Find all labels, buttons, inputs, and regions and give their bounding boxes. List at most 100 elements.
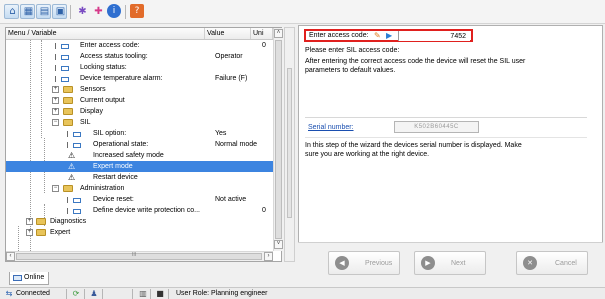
tree-row-label: Expert bbox=[50, 229, 71, 236]
folder-icon bbox=[63, 97, 73, 104]
parameter-icon bbox=[55, 43, 69, 49]
tree-row[interactable]: Access status tooling: Operator bbox=[6, 51, 273, 62]
status-separator bbox=[168, 289, 169, 299]
tree-row[interactable]: Locking status: bbox=[6, 62, 273, 73]
toolbar: ⌂ ▦ ▤ ▣ ✱ ✚ i ? bbox=[0, 0, 605, 24]
tree-row-label: Access status tooling: bbox=[80, 53, 148, 60]
pencil-icon: ✎ bbox=[374, 31, 381, 40]
connection-status: Connected bbox=[16, 290, 50, 297]
user-role: User Role: Planning engineer bbox=[176, 290, 268, 297]
tree-row[interactable]: Operational state: Normal mode bbox=[6, 139, 273, 150]
scrollbar-thumb[interactable] bbox=[275, 40, 282, 239]
tree-row[interactable]: − SIL bbox=[6, 117, 273, 128]
cancel-button[interactable]: ✕ Cancel bbox=[516, 251, 588, 275]
folder-icon bbox=[36, 229, 46, 236]
access-code-label: Enter access code: bbox=[309, 32, 369, 39]
collapse-icon[interactable]: − bbox=[52, 185, 59, 192]
tree-row-label: Operational state: bbox=[93, 141, 149, 148]
scroll-right-icon[interactable]: › bbox=[264, 252, 273, 261]
wizard-icon: ⚠ bbox=[68, 151, 76, 160]
scroll-up-icon[interactable]: ˄ bbox=[274, 29, 283, 38]
cancel-label: Cancel bbox=[555, 260, 577, 267]
tree-row[interactable]: ⚠ Restart device bbox=[6, 172, 273, 183]
refresh-icon[interactable]: ⟳ bbox=[71, 289, 81, 298]
scroll-left-icon[interactable]: ‹ bbox=[6, 252, 15, 261]
status-separator bbox=[132, 289, 133, 299]
tree-row[interactable]: + Current output bbox=[6, 95, 273, 106]
column-header-menu[interactable]: Menu / Variable bbox=[6, 28, 205, 39]
expand-icon[interactable]: + bbox=[52, 108, 59, 115]
scrollbar-grip: III bbox=[132, 252, 137, 258]
tab-online-label: Online bbox=[24, 274, 45, 281]
table-icon[interactable]: ▦ bbox=[20, 4, 35, 19]
tree-horizontal-scrollbar[interactable]: ‹ III › bbox=[6, 251, 273, 261]
divider bbox=[305, 117, 587, 118]
tree-row[interactable]: + Diagnostics bbox=[6, 216, 273, 227]
next-button[interactable]: ▶ Next bbox=[414, 251, 486, 275]
status-separator bbox=[150, 289, 151, 299]
tree-row[interactable]: Device reset: Not active bbox=[6, 194, 273, 205]
tree-row[interactable]: Enter access code: 0 bbox=[6, 40, 273, 51]
serial-number-link[interactable]: Serial number: bbox=[308, 124, 354, 131]
tree-row[interactable]: ⚠ Increased safety mode bbox=[6, 150, 273, 161]
tree-row[interactable]: + Display bbox=[6, 106, 273, 117]
add-icon[interactable]: ✚ bbox=[91, 4, 106, 19]
splitter-grip[interactable] bbox=[287, 68, 292, 218]
folder-open-icon bbox=[63, 185, 73, 192]
scrollbar-thumb[interactable]: III bbox=[16, 252, 262, 260]
column-header-value[interactable]: Value bbox=[205, 28, 251, 39]
home-icon[interactable]: ⌂ bbox=[4, 4, 19, 19]
expand-icon[interactable]: + bbox=[52, 86, 59, 93]
status-separator bbox=[102, 289, 103, 299]
user-icon: ♟ bbox=[90, 289, 98, 298]
access-code-input[interactable] bbox=[398, 31, 470, 41]
collapse-icon[interactable]: − bbox=[52, 119, 59, 126]
window-icon[interactable]: ▣ bbox=[52, 4, 67, 19]
tree-row-label: Enter access code: bbox=[80, 42, 140, 49]
parameter-icon bbox=[67, 197, 81, 203]
tree-row[interactable]: Define device write protection co... 0 bbox=[6, 205, 273, 216]
column-header-unit[interactable]: Uni bbox=[251, 28, 273, 39]
expand-icon[interactable]: + bbox=[26, 218, 33, 225]
tree-vertical-scrollbar[interactable]: ˄ ˅ bbox=[273, 28, 283, 251]
panel-splitter[interactable] bbox=[284, 27, 295, 262]
tree-row[interactable]: − Administration bbox=[6, 183, 273, 194]
tree-row[interactable]: SIL option: Yes bbox=[6, 128, 273, 139]
previous-icon: ◀ bbox=[335, 256, 349, 270]
info-icon[interactable]: i bbox=[107, 4, 121, 18]
divider bbox=[305, 137, 587, 138]
tree-row-value: 0 bbox=[262, 42, 266, 49]
folder-icon bbox=[63, 86, 73, 93]
expand-icon[interactable]: + bbox=[26, 229, 33, 236]
help-icon[interactable]: ? bbox=[130, 4, 144, 18]
cancel-icon: ✕ bbox=[523, 256, 537, 270]
tree-row-label: Display bbox=[80, 108, 103, 115]
tree-row[interactable]: + Expert bbox=[6, 227, 273, 238]
stop-icon: ■ bbox=[156, 289, 164, 298]
wand-icon[interactable]: ✱ bbox=[75, 4, 90, 19]
wizard-panel: Enter access code: ✎ ▶ Please enter SIL … bbox=[298, 25, 603, 262]
tree-row-label: Device temperature alarm: bbox=[80, 75, 163, 82]
parameter-icon bbox=[67, 208, 81, 214]
parameter-icon bbox=[55, 54, 69, 60]
expand-icon[interactable]: + bbox=[52, 97, 59, 104]
tree-row-label: Increased safety mode bbox=[93, 152, 164, 159]
previous-label: Previous bbox=[365, 260, 393, 267]
parameter-icon bbox=[55, 76, 69, 82]
serial-note-line-1: In this step of the wizard the devices s… bbox=[305, 142, 522, 149]
tree-row-selected[interactable]: ⚠ Expert mode bbox=[6, 161, 273, 172]
scroll-down-icon[interactable]: ˅ bbox=[274, 240, 283, 249]
wizard-icon: ⚠ bbox=[68, 162, 76, 171]
tree-row-value: Failure (F) bbox=[215, 75, 248, 82]
toolbar-separator bbox=[125, 5, 126, 19]
tree-row-value: Yes bbox=[215, 130, 227, 137]
tab-online[interactable]: Online bbox=[9, 272, 49, 285]
previous-button[interactable]: ◀ Previous bbox=[328, 251, 400, 275]
device-icon: ▥ bbox=[139, 289, 147, 298]
tree-row-value: Not active bbox=[215, 196, 247, 203]
tree-row-value: 0 bbox=[262, 207, 266, 214]
instruction-text: Please enter SIL access code: bbox=[305, 47, 400, 54]
tree-row[interactable]: + Sensors bbox=[6, 84, 273, 95]
tree-row[interactable]: Device temperature alarm: Failure (F) bbox=[6, 73, 273, 84]
list-view-icon[interactable]: ▤ bbox=[36, 4, 51, 19]
